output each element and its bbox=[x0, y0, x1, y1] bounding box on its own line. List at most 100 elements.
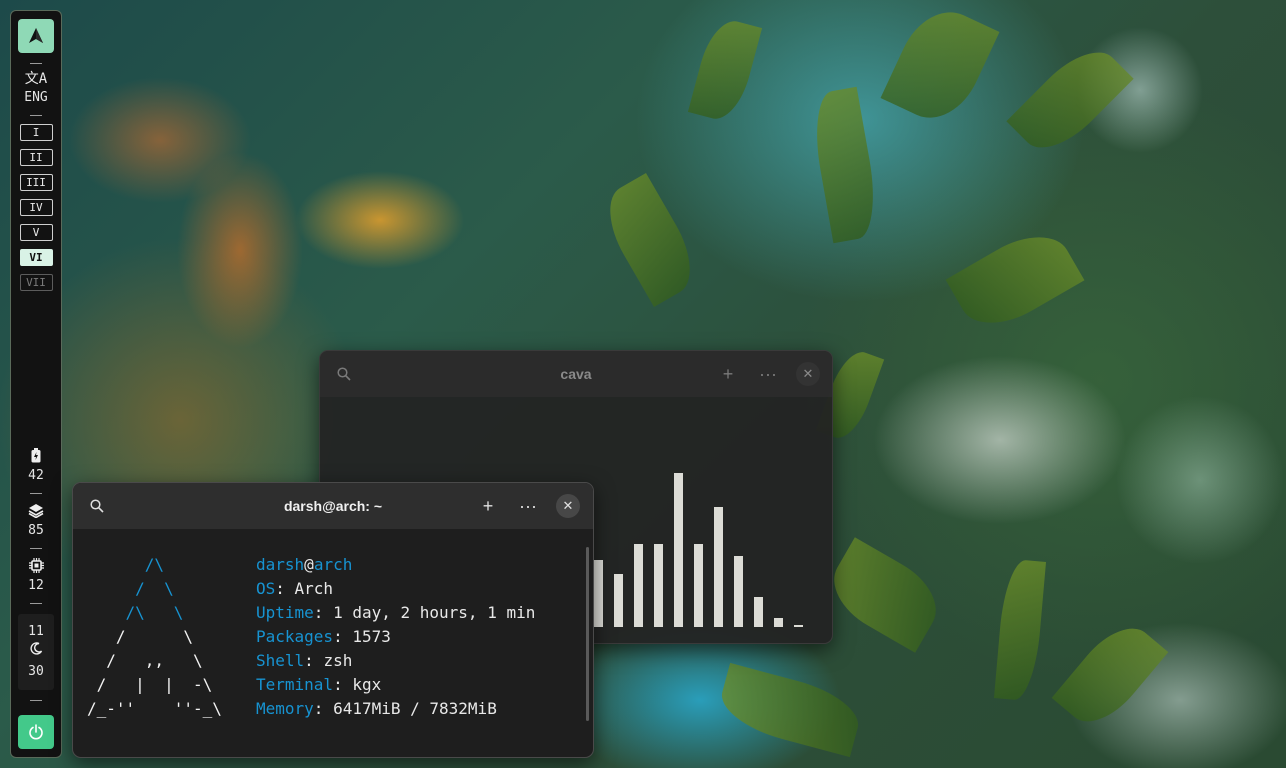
plus-icon: + bbox=[482, 495, 494, 516]
launcher-button[interactable] bbox=[18, 19, 54, 53]
separator bbox=[30, 63, 42, 64]
visualizer-bar bbox=[674, 473, 683, 627]
workspace-3-button[interactable]: III bbox=[19, 174, 53, 191]
workspace-1-button[interactable]: I bbox=[19, 124, 53, 141]
user-host-line: darsh@arch bbox=[256, 553, 535, 577]
wallpaper-leaf bbox=[819, 537, 951, 653]
power-button[interactable] bbox=[18, 715, 54, 749]
info-row-terminal: Terminal: kgx bbox=[256, 675, 382, 694]
info-value: Arch bbox=[294, 579, 334, 598]
wallpaper-leaf bbox=[714, 662, 866, 758]
search-icon bbox=[90, 499, 104, 513]
info-row-memory: Memory: 6417MiB / 7832MiB bbox=[256, 699, 497, 718]
cpu-icon bbox=[28, 557, 44, 573]
username: darsh bbox=[256, 555, 305, 574]
cava-close-button[interactable]: ✕ bbox=[796, 362, 820, 386]
visualizer-bar bbox=[614, 574, 623, 627]
cava-titlebar[interactable]: cava + ··· ✕ bbox=[320, 351, 832, 397]
cava-menu-button[interactable]: ··· bbox=[756, 362, 780, 386]
ascii-line: / | | -\ bbox=[87, 675, 213, 694]
close-icon: ✕ bbox=[562, 498, 574, 513]
wallpaper-leaf bbox=[880, 0, 1000, 132]
moon-icon bbox=[29, 642, 43, 662]
separator bbox=[30, 115, 42, 116]
terminal-new-tab-button[interactable]: + bbox=[476, 494, 500, 518]
info-row-os: OS: Arch bbox=[256, 579, 334, 598]
workspace-4-button[interactable]: IV bbox=[19, 199, 53, 216]
separator bbox=[30, 700, 42, 701]
cava-search-button[interactable] bbox=[332, 362, 356, 386]
search-icon bbox=[337, 367, 351, 381]
workspace-6-button[interactable]: VI bbox=[19, 249, 53, 266]
visualizer-bar bbox=[774, 618, 783, 627]
keyboard-layout[interactable]: ENG bbox=[24, 90, 47, 105]
cava-new-tab-button[interactable]: + bbox=[716, 362, 740, 386]
visualizer-bar bbox=[594, 560, 603, 627]
more-icon: ··· bbox=[519, 495, 537, 516]
clock-hour: 11 bbox=[28, 624, 44, 639]
wallpaper-leaf bbox=[1006, 36, 1134, 164]
visualizer-bar bbox=[794, 625, 803, 627]
visualizer-bar bbox=[634, 544, 643, 627]
hostname: arch bbox=[313, 555, 353, 574]
terminal-close-button[interactable]: ✕ bbox=[556, 494, 580, 518]
terminal-titlebar[interactable]: darsh@arch: ~ + ··· ✕ bbox=[73, 483, 593, 529]
terminal-menu-button[interactable]: ··· bbox=[516, 494, 540, 518]
visualizer-bar bbox=[694, 544, 703, 627]
info-row-uptime: Uptime: 1 day, 2 hours, 1 min bbox=[256, 603, 536, 622]
ascii-line: /\ bbox=[87, 555, 165, 574]
info-value: 6417MiB / 7832MiB bbox=[333, 699, 497, 718]
visualizer-bar bbox=[754, 597, 763, 627]
visualizer-bar bbox=[654, 544, 663, 627]
info-key: OS bbox=[256, 579, 276, 598]
cpu-usage: 12 bbox=[28, 578, 44, 593]
side-panel: 文A ENG I II III IV V VI VII 42 85 12 11 … bbox=[10, 10, 62, 758]
wallpaper-leaf bbox=[1051, 613, 1169, 737]
wallpaper-leaf bbox=[945, 219, 1085, 341]
info-key: Shell bbox=[256, 651, 305, 670]
terminal-output[interactable]: /\ / \ /\ \ / \ / ,, \ / | | -\ /_-'' ''… bbox=[73, 529, 593, 757]
ascii-line: / ,, \ bbox=[87, 651, 203, 670]
terminal-scrollbar[interactable] bbox=[586, 547, 589, 721]
close-icon: ✕ bbox=[802, 366, 814, 381]
wallpaper-leaf bbox=[687, 15, 763, 125]
ascii-line: / \ bbox=[87, 627, 193, 646]
info-row-shell: Shell: zsh bbox=[256, 651, 353, 670]
terminal-search-button[interactable] bbox=[85, 494, 109, 518]
separator bbox=[30, 548, 42, 549]
info-value: 1 day, 2 hours, 1 min bbox=[333, 603, 536, 622]
ascii-line: /\ \ bbox=[87, 603, 184, 622]
ascii-line: /_-'' ''-_\ bbox=[87, 699, 222, 718]
system-info: darsh@arch OS: Arch Uptime: 1 day, 2 hou… bbox=[256, 553, 535, 721]
workspace-list: I II III IV V VI VII bbox=[19, 124, 53, 299]
info-value: 1573 bbox=[352, 627, 391, 646]
visualizer-bar bbox=[714, 507, 723, 627]
wallpaper-leaf bbox=[993, 558, 1047, 702]
info-row-packages: Packages: 1573 bbox=[256, 627, 391, 646]
memory-usage: 85 bbox=[28, 523, 44, 538]
clock[interactable]: 11 30 bbox=[18, 614, 54, 690]
info-value: zsh bbox=[323, 651, 353, 670]
battery-icon bbox=[31, 447, 41, 463]
arch-logo-icon bbox=[29, 28, 43, 43]
info-key: Uptime bbox=[256, 603, 314, 622]
workspace-2-button[interactable]: II bbox=[19, 149, 53, 166]
wallpaper-leaf bbox=[807, 86, 883, 244]
info-key: Packages bbox=[256, 627, 334, 646]
info-key: Memory bbox=[256, 699, 314, 718]
translate-icon: 文A bbox=[24, 71, 48, 87]
workspace-7-button[interactable]: VII bbox=[19, 274, 53, 291]
separator bbox=[30, 493, 42, 494]
arch-ascii-logo: /\ / \ /\ \ / \ / ,, \ / | | -\ /_-'' ''… bbox=[87, 553, 222, 721]
terminal-window[interactable]: darsh@arch: ~ + ··· ✕ /\ / \ /\ \ / \ / … bbox=[72, 482, 594, 758]
more-icon: ··· bbox=[759, 363, 777, 384]
power-icon bbox=[29, 724, 43, 740]
wallpaper-leaf bbox=[594, 173, 706, 307]
terminal-window-title: darsh@arch: ~ bbox=[283, 498, 383, 514]
ascii-line: / \ bbox=[87, 579, 174, 598]
workspace-5-button[interactable]: V bbox=[19, 224, 53, 241]
layers-icon bbox=[28, 502, 44, 518]
visualizer-bar bbox=[734, 556, 743, 627]
clock-minute: 30 bbox=[28, 664, 44, 679]
plus-icon: + bbox=[722, 363, 734, 384]
